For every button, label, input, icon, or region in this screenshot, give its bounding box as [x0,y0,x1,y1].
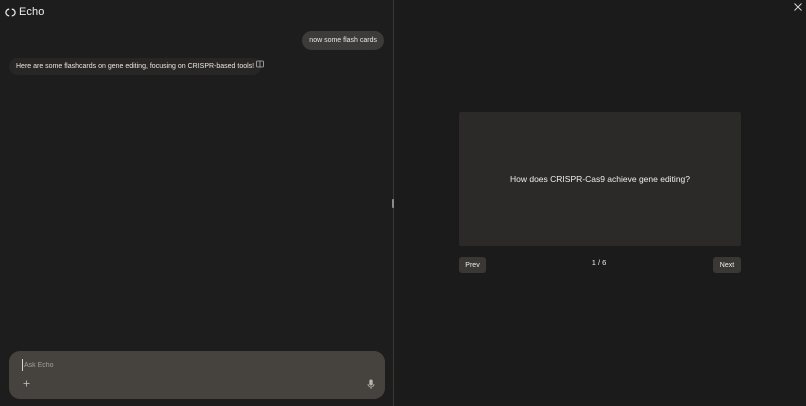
assistant-message: Here are some flashcards on gene editing… [9,58,262,75]
user-message: now some flash cards [302,31,384,50]
chat-pane: Echo now some flash cards Here are some … [0,0,393,406]
flashcards-pane: How does CRISPR-Cas9 achieve gene editin… [394,0,806,406]
ask-input[interactable] [22,359,352,371]
next-button[interactable]: Next [713,257,741,273]
echo-logo-icon [5,7,16,18]
prev-button[interactable]: Prev [459,257,486,273]
flashcards-panel-icon[interactable] [256,60,264,68]
microphone-icon[interactable] [367,379,375,390]
flashcard[interactable]: How does CRISPR-Cas9 achieve gene editin… [459,112,741,246]
close-icon[interactable] [793,2,803,12]
app-window: Echo now some flash cards Here are some … [0,0,806,406]
card-counter: 1 / 6 [591,258,607,267]
plus-icon[interactable] [22,379,31,388]
composer [9,351,385,399]
flashcard-question: How does CRISPR-Cas9 achieve gene editin… [509,174,690,184]
brand: Echo [5,5,44,19]
app-title: Echo [19,6,45,18]
